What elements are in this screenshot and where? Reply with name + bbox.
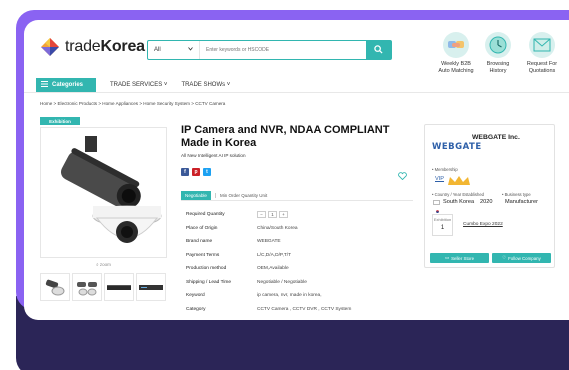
logo-text: tradeKorea	[65, 38, 145, 55]
exhibition-badge: Exhibition	[40, 117, 80, 125]
seller-store-button[interactable]: ▭ Seller Store	[430, 253, 489, 263]
quantity-stepper[interactable]: − 1 +	[257, 211, 288, 219]
thumbnail[interactable]	[136, 273, 166, 301]
tabs-divider	[181, 200, 413, 201]
spec-row: Category CCTV Camera , CCTV DVR , CCTV S…	[186, 303, 406, 317]
chevron-down-icon	[188, 47, 193, 53]
spec-row: Keyword ip camera, nvr, made in korea,	[186, 289, 406, 303]
spec-row: Place of Origin China/South Korea	[186, 222, 406, 236]
zoom-hint[interactable]: ⌕ zoom	[40, 262, 167, 267]
seller-logo[interactable]: WEBGATE	[432, 142, 482, 152]
nav-divider	[24, 92, 569, 93]
product-specs: Required Quantity − 1 + Place of Origin …	[186, 208, 406, 316]
exhibition-box: Exhibition 1	[432, 214, 453, 236]
thumbnail[interactable]	[72, 273, 102, 301]
thumbnail[interactable]	[104, 273, 134, 301]
exhibition-count: 1	[440, 225, 445, 231]
membership-value[interactable]: VIP	[435, 176, 444, 182]
exhibition-link[interactable]: Cumbo Expo 2022	[463, 222, 503, 227]
seller-business-type: Manufacturer	[505, 199, 538, 205]
price-tabs: Negotiable Min Order Quantity Unit	[181, 191, 267, 200]
tab-min-order-quantity[interactable]: Min Order Quantity Unit	[214, 193, 267, 198]
search-input[interactable]	[200, 41, 366, 59]
korea-flag-icon	[433, 200, 440, 213]
increment-button[interactable]: +	[279, 211, 288, 219]
spec-row: Production method OEM,Available	[186, 262, 406, 276]
nav-trade-shows[interactable]: TRADE SHOWs ˅	[181, 82, 230, 88]
spec-label: Category	[186, 306, 206, 312]
categories-button[interactable]: Categories	[36, 78, 96, 92]
browser-window: tradeKorea All Weekly B2B Auto Matching …	[24, 20, 569, 320]
tradekorea-logo[interactable]: tradeKorea	[40, 37, 145, 57]
search-button[interactable]	[366, 41, 391, 59]
search-icon	[374, 41, 383, 59]
thumbnail-strip	[40, 273, 166, 301]
spec-value: China/South Korea	[257, 225, 298, 231]
spec-label: Payment Terms	[186, 252, 220, 258]
search-icon: ⌕	[96, 262, 99, 267]
spec-row-required-quantity: Required Quantity − 1 +	[186, 208, 406, 222]
product-main-image[interactable]	[40, 127, 167, 258]
product-subtitle: All New Intelligent AI IP solution	[181, 153, 246, 158]
menu-icon	[41, 81, 48, 89]
search-category-select[interactable]: All	[148, 41, 200, 59]
handshake-icon	[443, 32, 469, 58]
crown-icon	[447, 173, 471, 191]
search-bar: All	[147, 40, 392, 60]
tab-negotiable[interactable]: Negotiable	[181, 191, 211, 200]
spec-value: CCTV Camera , CCTV DVR , CCTV System	[257, 306, 352, 312]
browsing-history-link[interactable]: Browsing History	[474, 32, 522, 74]
envelope-icon	[529, 32, 555, 58]
request-for-quotations-link[interactable]: Request For Quotations	[518, 32, 566, 74]
seller-card: WEBGATE WEBGATE Inc. • Membership VIP • …	[424, 124, 555, 268]
spec-label: Shipping / Lead Time	[186, 279, 232, 285]
seller-name[interactable]: WEBGATE Inc.	[472, 134, 520, 141]
spec-label: Place of Origin	[186, 225, 218, 231]
store-icon: ▭	[444, 255, 450, 260]
heart-icon[interactable]	[398, 167, 407, 185]
spec-value: OEM,Available	[257, 266, 289, 272]
logo-diamond-icon	[40, 37, 60, 57]
seller-country: South Korea	[443, 199, 475, 205]
spec-value: Negotiable / Negotiable	[257, 279, 307, 285]
decrement-button[interactable]: −	[257, 211, 266, 219]
spec-label: Brand name	[186, 239, 213, 245]
follow-company-button[interactable]: ♡ Follow Company	[492, 253, 551, 263]
quantity-value[interactable]: 1	[268, 211, 277, 219]
membership-label: • Membership	[432, 167, 458, 172]
spec-label: Required Quantity	[186, 212, 225, 218]
breadcrumb[interactable]: Home > Electronic Products > Home Applia…	[40, 101, 225, 106]
main-nav: Categories TRADE SERVICES ˅ TRADE SHOWs …	[36, 78, 230, 92]
spec-row: Shipping / Lead Time Negotiable / Negoti…	[186, 276, 406, 290]
pinterest-icon[interactable]: p	[192, 168, 200, 176]
clock-icon	[485, 32, 511, 58]
spec-value: WEBGATE	[257, 239, 281, 245]
weekly-b2b-matching-link[interactable]: Weekly B2B Auto Matching	[432, 32, 480, 74]
spec-value: L/C,D/A,D/P,T/T	[257, 252, 292, 258]
seller-year: 2020	[480, 199, 493, 205]
country-label: • Country / Year Established	[432, 192, 484, 197]
share-buttons: f p t	[181, 168, 211, 176]
spec-row: Payment Terms L/C,D/A,D/P,T/T	[186, 249, 406, 263]
spec-label: Production method	[186, 266, 227, 272]
facebook-icon[interactable]: f	[181, 168, 189, 176]
spec-value: ip camera, nvr, made in korea,	[257, 293, 322, 299]
heart-icon: ♡	[502, 255, 507, 260]
business-label: • Business type	[502, 192, 531, 197]
spec-row: Brand name WEBGATE	[186, 235, 406, 249]
twitter-icon[interactable]: t	[203, 168, 211, 176]
thumbnail[interactable]	[40, 273, 70, 301]
exhibition-label: Exhibition	[433, 217, 452, 222]
product-title: IP Camera and NVR, NDAA COMPLIANT Made i…	[181, 124, 390, 149]
chevron-down-icon: ˅	[226, 82, 231, 88]
spec-label: Keyword	[186, 293, 205, 299]
chevron-down-icon: ˅	[163, 82, 168, 88]
nav-trade-services[interactable]: TRADE SERVICES ˅	[110, 82, 167, 88]
